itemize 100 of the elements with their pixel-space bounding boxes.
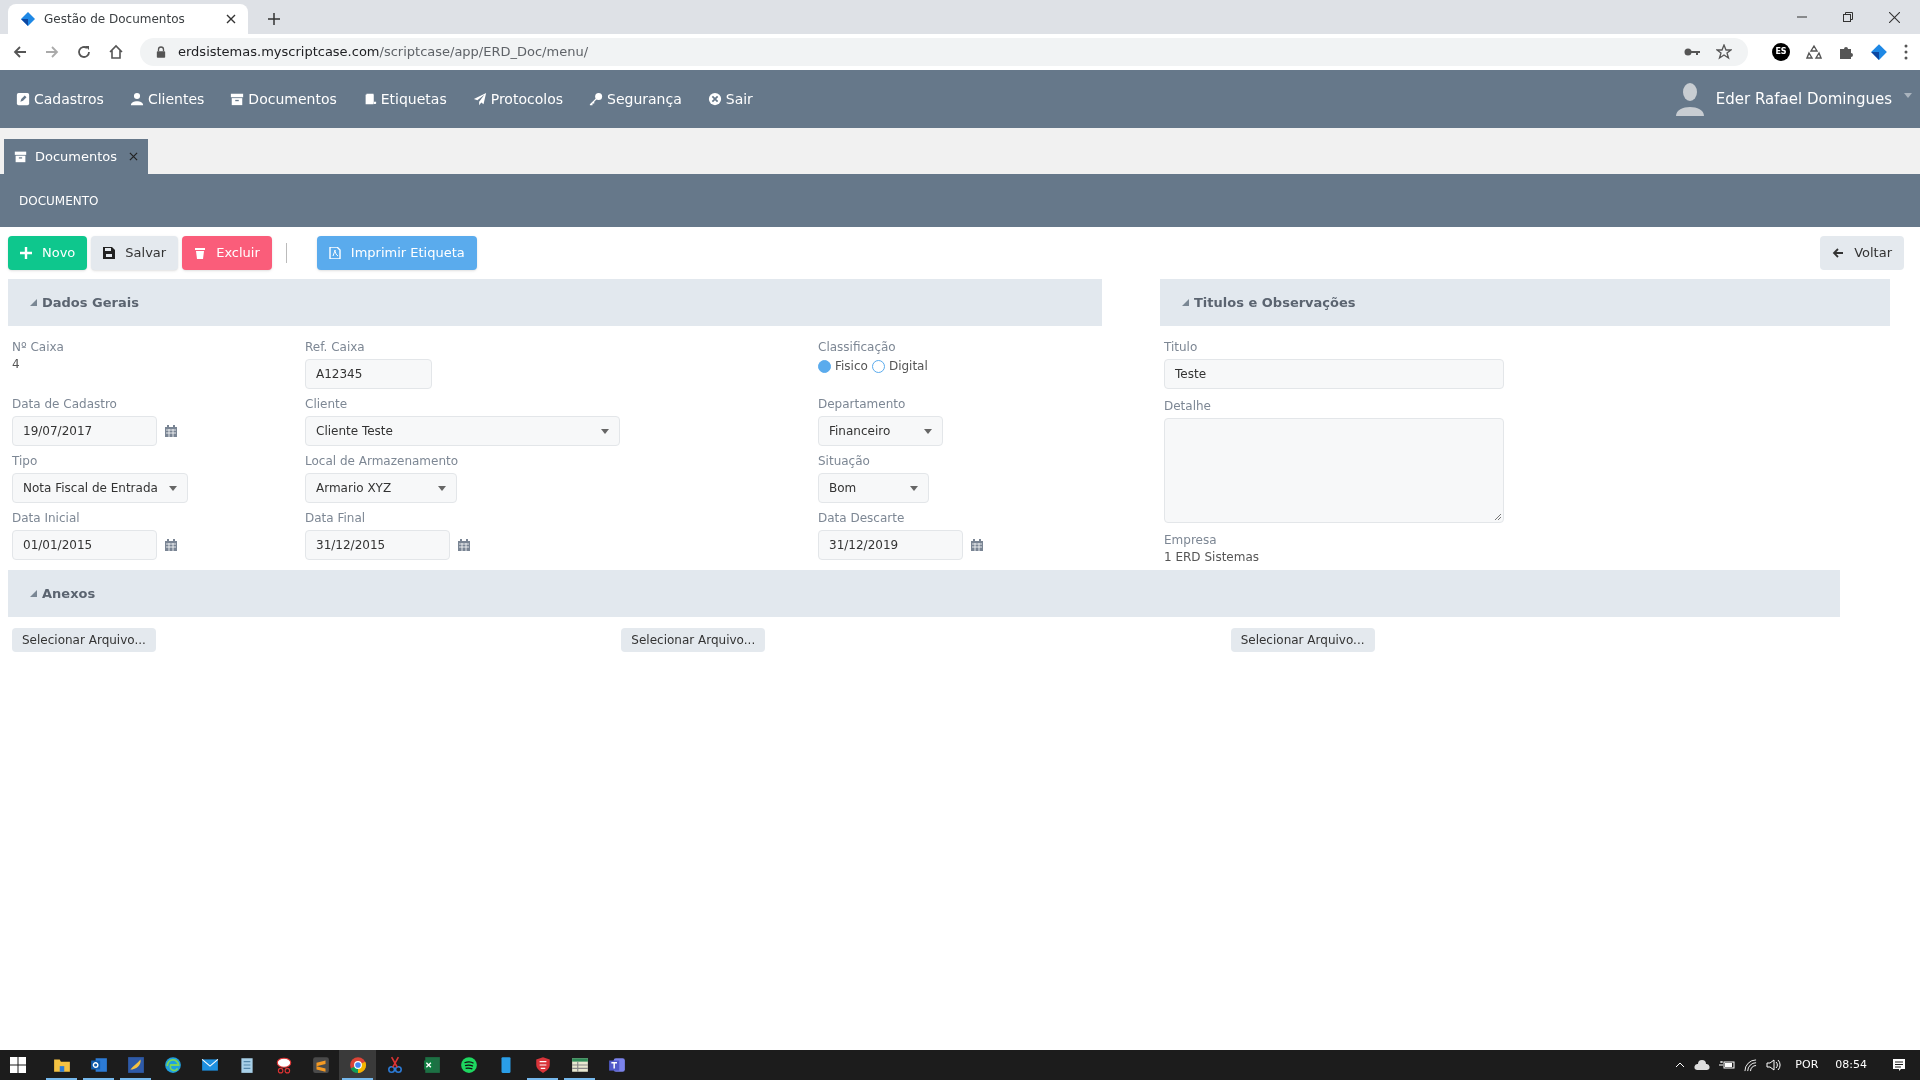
snip-tool-icon [274, 1056, 293, 1074]
caret-icon [438, 485, 446, 491]
archive-icon [14, 150, 27, 163]
field-label: Departamento [818, 396, 907, 413]
arrow-left-icon [1832, 247, 1845, 259]
radio-option[interactable]: Fisico [818, 357, 868, 375]
home-icon[interactable] [108, 44, 124, 60]
app-tab[interactable]: Documentos [4, 139, 149, 174]
dropdown[interactable]: Bom [818, 473, 929, 503]
menu-item[interactable]: Documentos [230, 88, 337, 110]
menu-item[interactable]: Segurança [589, 88, 682, 110]
menu-item[interactable]: Cadastros [16, 88, 104, 110]
triangle-icon [1182, 299, 1189, 306]
avatar-silhouette-icon [1675, 82, 1704, 116]
field-label: Tipo [12, 453, 39, 470]
battery-plug-icon[interactable] [1719, 1060, 1736, 1070]
dropdown[interactable]: Cliente Teste [305, 416, 620, 446]
caret-icon [601, 428, 609, 434]
mail-app-icon [89, 1056, 108, 1074]
key-icon[interactable] [1684, 47, 1700, 57]
trash-icon [194, 247, 207, 259]
envelope-icon [200, 1056, 219, 1074]
calendar-icon[interactable] [165, 425, 177, 437]
folder-icon [52, 1056, 71, 1074]
field-label: Data Inicial [12, 510, 81, 527]
dropdown[interactable]: Armario XYZ [305, 473, 457, 503]
plus-icon [20, 247, 32, 259]
close-icon[interactable] [226, 14, 236, 24]
menu-item[interactable]: Sair [707, 88, 753, 110]
field-label: Classificação [818, 339, 897, 356]
section-header[interactable]: Dados Gerais [8, 279, 1102, 326]
table-app-icon [570, 1056, 589, 1074]
menu-item[interactable]: Etiquetas [362, 88, 447, 110]
date-field[interactable]: 19/07/2017 [12, 416, 157, 446]
diamond-logo-icon[interactable] [1870, 43, 1888, 61]
date-field[interactable]: 31/12/2019 [818, 530, 963, 560]
clock[interactable]: 08:54 [1835, 1056, 1867, 1074]
text-field[interactable]: Teste [1164, 359, 1504, 389]
back-icon[interactable] [12, 44, 28, 60]
reload-icon[interactable] [76, 44, 92, 60]
extension-badge[interactable]: ES [1772, 43, 1790, 61]
field-label: Data de Cadastro [12, 396, 118, 413]
browser-tab[interactable]: Gestão de Documentos [8, 4, 248, 34]
section-header[interactable]: Anexos [8, 570, 1840, 617]
save-button[interactable]: Salvar [91, 236, 179, 270]
field-label: Nº Caixa [12, 339, 65, 356]
chevron-up-icon[interactable] [1675, 1062, 1686, 1068]
field-label: Situação [818, 453, 871, 470]
cloud-icon[interactable] [1694, 1060, 1711, 1070]
back-button[interactable]: Voltar [1820, 236, 1904, 270]
wifi-icon[interactable] [1744, 1058, 1758, 1072]
key-icon [589, 92, 603, 106]
date-field[interactable]: 01/01/2015 [12, 530, 157, 560]
calendar-icon[interactable] [165, 539, 177, 551]
edit-icon [16, 92, 30, 106]
menu-item[interactable]: Clientes [129, 88, 205, 110]
field-label: Data Descarte [818, 510, 906, 527]
address-bar[interactable]: erdsistemas.myscriptcase.com/scriptcase/app/ERD_Doc/menu/ [140, 38, 1748, 66]
page-title: DOCUMENTO [19, 192, 99, 210]
field-label: Local de Armazenamento [305, 453, 460, 470]
menu-item[interactable]: Protocolos [472, 88, 563, 110]
calendar-icon[interactable] [458, 539, 470, 551]
star-icon[interactable] [1716, 44, 1732, 60]
more-icon[interactable] [1904, 44, 1908, 60]
triangle-icon [30, 590, 37, 597]
triangle-icon [30, 299, 37, 306]
diamond-logo-icon [20, 11, 36, 27]
puzzle-icon[interactable] [1838, 44, 1854, 60]
field-value: 1 ERD Sistemas [1164, 549, 1260, 566]
url-text: erdsistemas.myscriptcase.com/scriptcase/app/ERD_Doc/menu/ [178, 43, 589, 62]
close-icon [129, 152, 139, 161]
paper-plane-icon [472, 92, 487, 106]
caret-icon [1904, 92, 1912, 98]
spreadsheet-app-icon [422, 1056, 441, 1074]
section-header[interactable]: Titulos e Observações [1160, 279, 1890, 326]
radio-option[interactable]: Digital [871, 357, 928, 375]
select-file-button[interactable]: Selecionar Arquivo... [1230, 628, 1375, 652]
floppy-icon [103, 247, 116, 259]
user-name: Eder Rafael Domingues [1715, 88, 1892, 110]
plus-icon[interactable] [268, 13, 280, 25]
editor-app-icon [311, 1056, 330, 1074]
dropdown[interactable]: Financeiro [818, 416, 943, 446]
teams-app-icon [607, 1056, 626, 1074]
calendar-icon[interactable] [971, 539, 983, 551]
user-menu[interactable]: Eder Rafael Domingues [1675, 82, 1920, 116]
archive-icon [230, 92, 245, 106]
caret-icon [924, 428, 932, 434]
text-field[interactable]: A12345 [305, 359, 432, 389]
language-indicator[interactable]: POR [1795, 1056, 1819, 1074]
close-icon[interactable] [1889, 11, 1900, 23]
restore-icon[interactable] [1843, 12, 1853, 22]
taskbar-button[interactable] [339, 1050, 376, 1080]
select-file-button[interactable]: Selecionar Arquivo... [12, 628, 156, 652]
select-file-button[interactable]: Selecionar Arquivo... [621, 628, 766, 652]
speaker-icon[interactable] [1766, 1059, 1783, 1071]
browser-icon [163, 1056, 182, 1074]
notification-icon[interactable] [1892, 1058, 1906, 1072]
tab-title: Gestão de Documentos [44, 11, 186, 28]
dropdown[interactable]: Nota Fiscal de Entrada [12, 473, 188, 503]
date-field[interactable]: 31/12/2015 [305, 530, 450, 560]
